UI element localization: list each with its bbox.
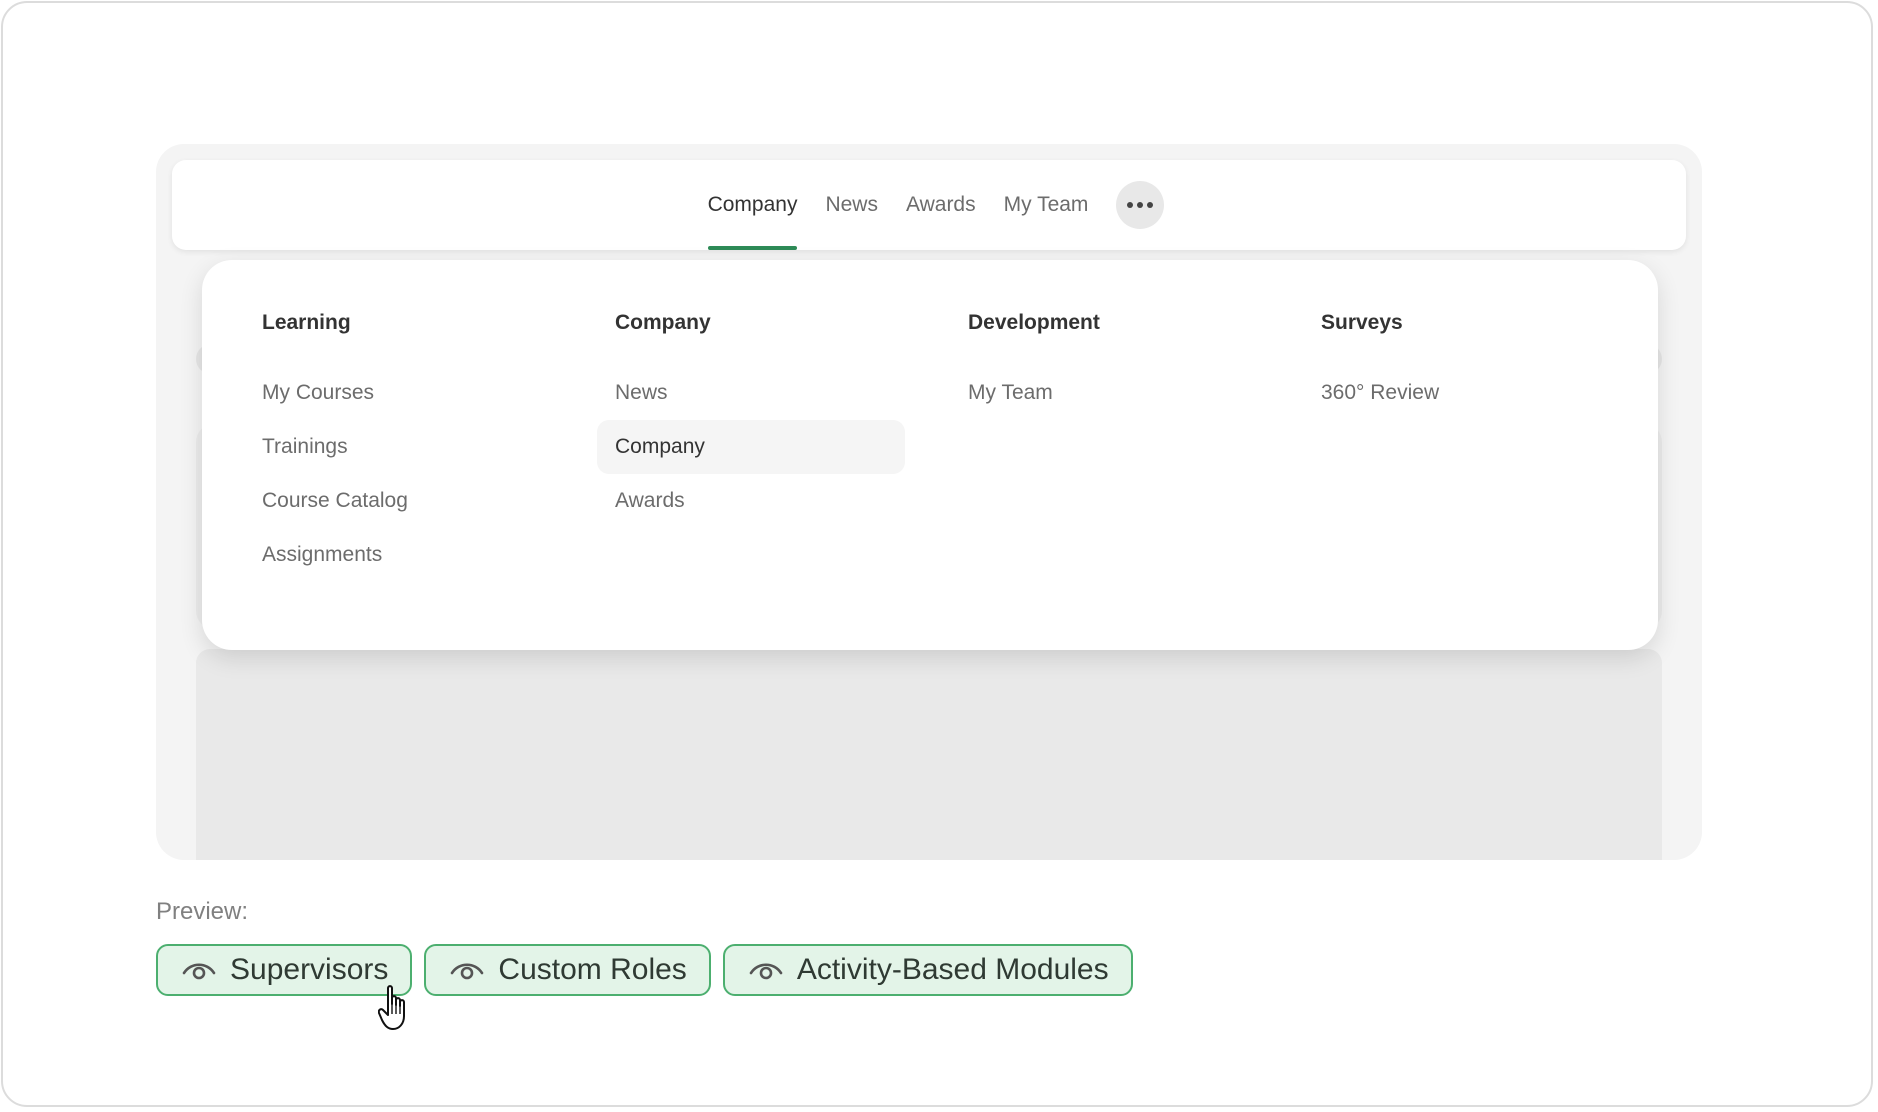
- menu-column-surveys: Surveys 360° Review: [1321, 308, 1641, 420]
- menu-item-news[interactable]: News: [597, 366, 905, 420]
- menu-column-development: Development My Team: [968, 308, 1288, 420]
- chip-label: Activity-Based Modules: [796, 953, 1109, 986]
- nav-item-awards[interactable]: Awards: [906, 160, 976, 250]
- top-navigation-bar: Company News Awards My Team: [172, 160, 1686, 250]
- menu-item-company[interactable]: Company: [597, 420, 905, 474]
- hand-pointer-cursor-icon: [378, 985, 405, 1030]
- eye-icon: [451, 963, 484, 980]
- menu-column-heading: Development: [968, 311, 1100, 334]
- preview-chip-group: Supervisors Custom Roles Activity-Based …: [156, 944, 1133, 996]
- chip-label: Supervisors: [230, 953, 389, 986]
- eye-icon: [749, 963, 783, 980]
- menu-item-assignments[interactable]: Assignments: [244, 528, 552, 582]
- menu-item-awards[interactable]: Awards: [597, 474, 905, 528]
- menu-column-company: Company News Company Awards: [597, 308, 935, 528]
- more-menu-button[interactable]: [1116, 181, 1165, 229]
- menu-item-course-catalog[interactable]: Course Catalog: [244, 474, 552, 528]
- preview-chip-supervisors[interactable]: Supervisors: [156, 944, 413, 996]
- preview-chip-activity-based-modules[interactable]: Activity-Based Modules: [722, 944, 1133, 996]
- ellipsis-icon: [1127, 202, 1154, 208]
- menu-item-360-review[interactable]: 360° Review: [1303, 366, 1611, 420]
- menu-item-trainings[interactable]: Trainings: [244, 420, 552, 474]
- preview-chip-custom-roles[interactable]: Custom Roles: [424, 944, 711, 996]
- more-menu-dropdown: Learning My Courses Trainings Course Cat…: [202, 260, 1658, 650]
- nav-item-company[interactable]: Company: [707, 160, 797, 250]
- menu-column-heading: Learning: [262, 311, 351, 334]
- nav-item-news[interactable]: News: [825, 160, 878, 250]
- menu-column-heading: Surveys: [1321, 311, 1403, 334]
- content-placeholder: [196, 649, 1662, 860]
- chip-label: Custom Roles: [498, 953, 687, 986]
- menu-item-my-courses[interactable]: My Courses: [244, 366, 552, 420]
- nav-item-my-team[interactable]: My Team: [1004, 160, 1089, 250]
- eye-icon: [182, 963, 216, 980]
- menu-column-heading: Company: [615, 311, 711, 334]
- menu-column-learning: Learning My Courses Trainings Course Cat…: [262, 308, 582, 582]
- menu-item-my-team[interactable]: My Team: [950, 366, 1258, 420]
- preview-label: Preview:: [156, 898, 249, 925]
